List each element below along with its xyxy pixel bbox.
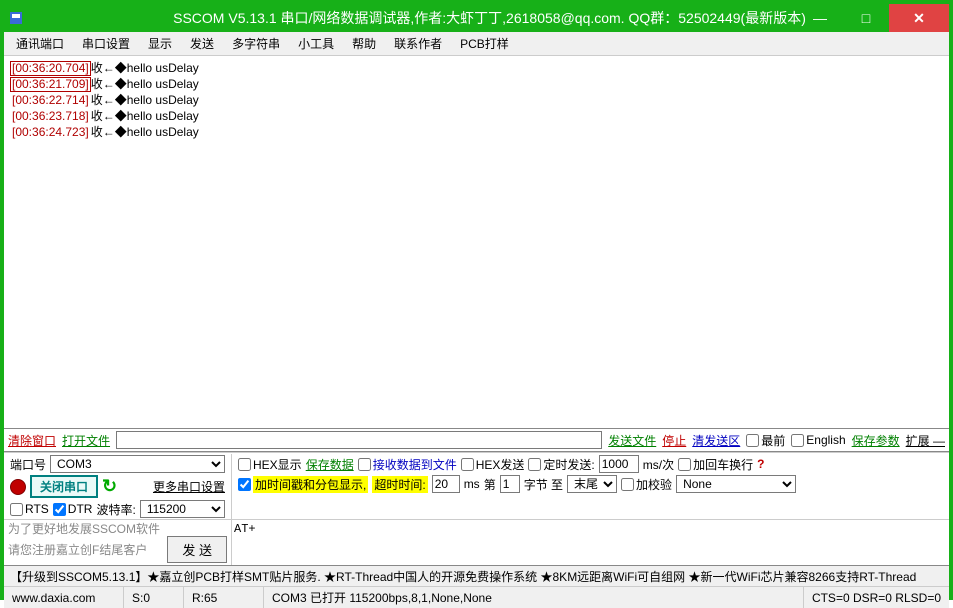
file-path-input[interactable] <box>116 431 602 449</box>
timeout-input[interactable] <box>432 475 460 493</box>
close-port-button[interactable]: 关闭串口 <box>30 475 98 498</box>
nth-suffix: 字节 至 <box>524 476 563 493</box>
timer-interval-input[interactable] <box>599 455 639 473</box>
menubar: 通讯端口 串口设置 显示 发送 多字符串 小工具 帮助 联系作者 PCB打样 <box>4 32 949 56</box>
refresh-icon[interactable]: ↻ <box>102 476 117 497</box>
timeout-label: 超时时间: <box>372 476 427 493</box>
timer-unit: ms/次 <box>643 456 674 473</box>
save-data-button[interactable]: 保存数据 <box>306 456 354 473</box>
promo-bar: 【升级到SSCOM5.13.1】★嘉立创PCB打样SMT贴片服务. ★RT-Th… <box>4 565 949 586</box>
menu-serial-settings[interactable]: 串口设置 <box>74 33 138 54</box>
log-timestamp: [00:36:20.704] <box>10 61 91 76</box>
menu-pcb[interactable]: PCB打样 <box>452 33 517 54</box>
settings-panel: 端口号 COM3 关闭串口 ↻ 更多串口设置 RTS DTR 波特率: 1152… <box>4 452 949 519</box>
end-select[interactable]: 末尾 <box>567 475 617 493</box>
maximize-button[interactable]: □ <box>843 4 889 32</box>
menu-send[interactable]: 发送 <box>182 33 222 54</box>
port-label: 端口号 <box>10 456 46 473</box>
titlebar: SSCOM V5.13.1 串口/网络数据调试器,作者:大虾丁丁,2618058… <box>4 4 949 32</box>
rx-console[interactable]: [00:36:20.704]收←◆hello usDelay[00:36:21.… <box>4 56 949 428</box>
clear-window-button[interactable]: 清除窗口 <box>8 432 56 449</box>
baud-label: 波特率: <box>96 501 135 518</box>
rx-to-file-checkbox[interactable]: 接收数据到文件 <box>358 456 457 473</box>
english-checkbox[interactable]: English <box>791 433 845 447</box>
log-timestamp: [00:36:23.718] <box>10 109 91 124</box>
log-timestamp: [00:36:21.709] <box>10 77 91 92</box>
dtr-checkbox[interactable]: DTR <box>53 502 93 516</box>
clear-send-button[interactable]: 清发送区 <box>692 432 740 449</box>
status-com: COM3 已打开 115200bps,8,1,None,None <box>264 587 804 608</box>
timestamp-checkbox[interactable]: 加时间戳和分包显示, <box>238 476 368 493</box>
log-timestamp: [00:36:22.714] <box>10 93 91 108</box>
send-area: 为了更好地发展SSCOM软件 请您注册嘉立创F结尾客户 发 送 AT+ <box>4 519 949 565</box>
menu-contact[interactable]: 联系作者 <box>386 33 450 54</box>
menu-tools[interactable]: 小工具 <box>290 33 342 54</box>
timeout-unit: ms <box>464 477 480 491</box>
rts-checkbox[interactable]: RTS <box>10 502 49 516</box>
status-site[interactable]: www.daxia.com <box>4 587 124 608</box>
hex-show-checkbox[interactable]: HEX显示 <box>238 456 302 473</box>
promo-note-1: 为了更好地发展SSCOM软件 <box>8 522 227 536</box>
status-led-icon <box>10 479 26 495</box>
send-file-button[interactable]: 发送文件 <box>608 432 656 449</box>
close-button[interactable]: ✕ <box>889 4 949 32</box>
status-lines: CTS=0 DSR=0 RLSD=0 <box>804 587 949 608</box>
promo-note-2: 请您注册嘉立创F结尾客户 <box>8 543 167 557</box>
timer-send-checkbox[interactable]: 定时发送: <box>528 456 594 473</box>
menu-multistring[interactable]: 多字符串 <box>224 33 288 54</box>
baud-select[interactable]: 115200 <box>140 500 225 518</box>
app-icon <box>8 10 24 26</box>
minimize-button[interactable]: — <box>797 4 843 32</box>
menu-port[interactable]: 通讯端口 <box>8 33 72 54</box>
log-timestamp: [00:36:24.723] <box>10 125 91 140</box>
menu-display[interactable]: 显示 <box>140 33 180 54</box>
checksum-select[interactable]: None <box>676 475 796 493</box>
crlf-checkbox[interactable]: 加回车换行 <box>678 456 753 473</box>
status-recv: R:65 <box>184 587 264 608</box>
log-line: [00:36:21.709]收←◆hello usDelay <box>10 76 943 92</box>
more-settings-link[interactable]: 更多串口设置 <box>153 478 225 495</box>
stop-button[interactable]: 停止 <box>662 432 686 449</box>
log-line: [00:36:24.723]收←◆hello usDelay <box>10 124 943 140</box>
menu-help[interactable]: 帮助 <box>344 33 384 54</box>
send-button[interactable]: 发 送 <box>167 536 227 563</box>
status-sent: S:0 <box>124 587 184 608</box>
open-file-button[interactable]: 打开文件 <box>62 432 110 449</box>
topmost-checkbox[interactable]: 最前 <box>746 432 785 449</box>
save-params-button[interactable]: 保存参数 <box>852 432 900 449</box>
help-icon[interactable]: ? <box>757 457 764 471</box>
tx-input[interactable]: AT+ <box>232 520 949 558</box>
port-select[interactable]: COM3 <box>50 455 225 473</box>
expand-button[interactable]: 扩展 — <box>906 432 945 449</box>
hex-send-checkbox[interactable]: HEX发送 <box>461 456 525 473</box>
toolbar: 清除窗口 打开文件 发送文件 停止 清发送区 最前 English 保存参数 扩… <box>4 428 949 452</box>
log-line: [00:36:22.714]收←◆hello usDelay <box>10 92 943 108</box>
log-line: [00:36:20.704]收←◆hello usDelay <box>10 60 943 76</box>
log-line: [00:36:23.718]收←◆hello usDelay <box>10 108 943 124</box>
nth-byte-input[interactable] <box>500 475 520 493</box>
nth-prefix: 第 <box>484 476 496 493</box>
checksum-checkbox[interactable]: 加校验 <box>621 476 672 493</box>
statusbar: www.daxia.com S:0 R:65 COM3 已打开 115200bp… <box>4 586 949 608</box>
